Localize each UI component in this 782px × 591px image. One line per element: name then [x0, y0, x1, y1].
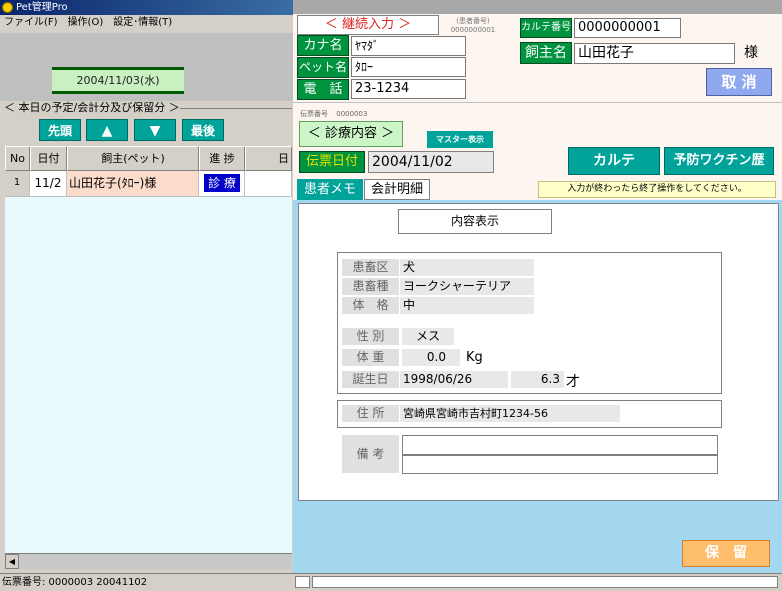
karte-no-field[interactable]: 0000000001 [574, 18, 681, 38]
slip-date-label: 伝票日付 [299, 151, 365, 173]
address-label: 住 所 [342, 405, 399, 422]
treatment-content-button[interactable]: ＜ 診療内容 ＞ [299, 121, 403, 147]
phone-label: 電 話 [297, 79, 349, 100]
menu-bar: ファイル(F) 操作(O) 設定･情報(T) [0, 15, 293, 30]
first-button[interactable]: 先頭 [39, 119, 81, 141]
cell-owner: 山田花子(ﾀﾛｰ)様 [67, 171, 199, 197]
birth-label: 誕生日 [342, 371, 399, 388]
address-value[interactable]: 宮崎県宮崎市吉村町1234-56 [400, 405, 620, 422]
col-owner[interactable]: 飼主(ペット) [67, 146, 199, 171]
size-label: 体 格 [342, 297, 399, 314]
app-title-bar: Pet管理Pro [0, 0, 293, 15]
remarks-label: 備 考 [342, 435, 399, 473]
slip-date-field[interactable]: 2004/11/02 [368, 151, 494, 173]
category-label: 患畜区 [342, 259, 399, 276]
age-unit: 才 [566, 374, 580, 390]
app-title: Pet管理Pro [16, 2, 68, 13]
category-value[interactable]: 犬 [400, 259, 534, 276]
notice-message: 入力が終わったら終了操作をしてください。 [538, 181, 776, 198]
breed-label: 患畜種 [342, 278, 399, 295]
cancel-button[interactable]: 取 消 [706, 68, 772, 96]
col-extra[interactable]: 日 [245, 146, 292, 171]
sex-label: 性 別 [342, 328, 399, 345]
slip-no-value: 0000003 [336, 110, 368, 118]
menu-file[interactable]: ファイル(F) [4, 15, 58, 30]
divider [180, 108, 292, 109]
patient-no: (患者番号) 0000000001 [448, 17, 498, 35]
karte-no-label: カルテ番号 [520, 18, 572, 38]
status-text: 伝票番号: 0000003 20041102 [2, 577, 148, 588]
scroll-left-icon[interactable]: ◀ [5, 554, 19, 569]
owner-label: 飼主名 [520, 42, 572, 64]
sex-value[interactable]: メス [402, 328, 454, 345]
cell-date: 11/2 [30, 171, 67, 197]
col-date[interactable]: 日付 [30, 146, 67, 171]
age-value: 6.3 [511, 371, 564, 388]
table-body [5, 197, 292, 553]
content-display-button[interactable]: 内容表示 [398, 209, 552, 234]
kana-field[interactable]: ﾔﾏﾀﾞ [351, 36, 466, 56]
table-header: No 日付 飼主(ペット) 進 捗 日 [5, 146, 292, 171]
weight-value[interactable]: 0.0 [402, 349, 460, 366]
app-icon [2, 2, 13, 13]
down-button[interactable]: ▼ [134, 119, 176, 141]
window-title-bar [293, 0, 782, 14]
vaccine-history-button[interactable]: 予防ワクチン歴 [664, 147, 774, 175]
slip-no-label: 伝票番号 [300, 110, 328, 118]
master-display-button[interactable]: マスター表示 [427, 131, 493, 148]
menu-operation[interactable]: 操作(O) [68, 15, 104, 30]
pet-label: ペット名 [297, 57, 349, 78]
progress-badge: 診 療 [204, 174, 240, 192]
patient-no-label: (患者番号) [456, 17, 490, 25]
status-bar: 伝票番号: 0000003 20041102 [0, 573, 293, 590]
horizontal-scrollbar[interactable]: ◀ [5, 553, 292, 569]
kana-label: カナ名 [297, 35, 349, 56]
right-status-bar [293, 573, 782, 590]
weight-unit: Kg [466, 350, 483, 365]
owner-suffix: 様 [744, 45, 758, 61]
cell-extra [245, 171, 292, 197]
up-button[interactable]: ▲ [86, 119, 128, 141]
continue-input-button[interactable]: ＜ 継続入力 ＞ [297, 15, 439, 35]
patient-no-value: 0000000001 [450, 26, 496, 34]
last-button[interactable]: 最後 [182, 119, 224, 141]
remarks-field-1[interactable] [402, 435, 718, 455]
karte-button[interactable]: カルテ [568, 147, 660, 175]
tab-patient-memo[interactable]: 患者メモ [297, 179, 363, 200]
tab-accounting[interactable]: 会計明細 [364, 179, 430, 200]
birth-value[interactable]: 1998/06/26 [400, 371, 508, 388]
cell-progress: 診 療 [199, 171, 245, 197]
remarks-field-2[interactable] [402, 455, 718, 474]
size-value[interactable]: 中 [400, 297, 534, 314]
slip-no: 伝票番号 0000003 [300, 109, 367, 119]
weight-label: 体 重 [342, 349, 399, 366]
owner-field[interactable]: 山田花子 [574, 43, 735, 64]
phone-field[interactable]: 23-1234 [351, 79, 466, 99]
pet-field[interactable]: ﾀﾛｰ [351, 57, 466, 77]
cell-no: 1 [5, 171, 30, 197]
col-progress[interactable]: 進 捗 [199, 146, 245, 171]
status-cell-1 [295, 576, 310, 588]
col-no[interactable]: No [5, 146, 30, 171]
breed-value[interactable]: ヨークシャーテリア [400, 278, 534, 295]
menu-settings[interactable]: 設定･情報(T) [113, 15, 172, 30]
table-row[interactable]: 1 11/2 山田花子(ﾀﾛｰ)様 診 療 [5, 171, 292, 197]
current-date: 2004/11/03(水) [52, 67, 184, 94]
hold-button[interactable]: 保 留 [682, 540, 770, 567]
status-cell-2 [312, 576, 778, 588]
